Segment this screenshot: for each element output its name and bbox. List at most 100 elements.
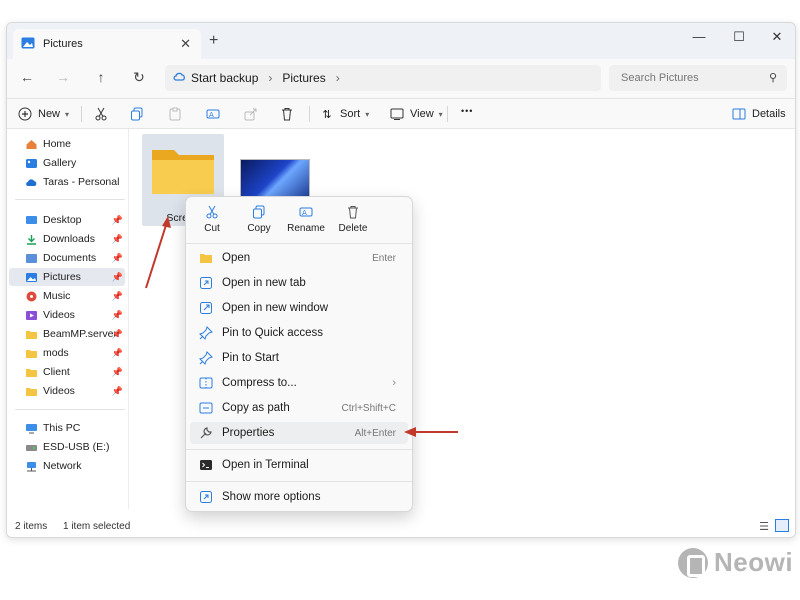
close-tab-icon[interactable]: ✕: [180, 36, 191, 52]
rename-label: Rename: [287, 223, 325, 234]
network-icon: [25, 461, 38, 472]
pin-icon: [198, 325, 214, 341]
maximize-button[interactable]: ☐: [729, 29, 749, 45]
pin-icon: 📌: [111, 385, 123, 396]
forward-button[interactable]: →: [53, 69, 73, 85]
breadcrumb-pictures[interactable]: Pictures: [282, 71, 325, 85]
usb-drive-icon: [25, 442, 38, 453]
minimize-button[interactable]: —: [689, 29, 709, 44]
menu-item-copy-as-path[interactable]: Copy as path Ctrl+Shift+C: [190, 397, 408, 419]
sidebar-item-client[interactable]: Client 📌: [9, 363, 125, 381]
sidebar-item-label: ESD-USB (E:): [43, 441, 110, 453]
toolbar-divider: [309, 106, 310, 122]
new-tab-icon: [198, 275, 214, 291]
copy-path-icon: [198, 400, 214, 416]
delete-button[interactable]: [279, 106, 295, 122]
details-view-icon[interactable]: ☰: [759, 520, 769, 533]
menu-item-label: Open in new tab: [222, 277, 306, 289]
sidebar-item-downloads[interactable]: Downloads 📌: [9, 230, 125, 248]
view-button[interactable]: View ▾: [389, 106, 443, 122]
more-label: •••: [461, 106, 474, 116]
menu-item-shortcut: Ctrl+Shift+C: [341, 402, 396, 414]
search-placeholder: Search Pictures: [621, 72, 699, 84]
tab-title: Pictures: [43, 38, 83, 50]
menu-item-properties[interactable]: Properties Alt+Enter: [190, 422, 408, 444]
menu-item-pin-quick-access[interactable]: Pin to Quick access: [190, 322, 408, 344]
sidebar-item-videos-folder[interactable]: Videos 📌: [9, 382, 125, 400]
pin-icon: 📌: [111, 347, 123, 358]
sidebar-item-network[interactable]: Network: [9, 457, 125, 475]
sidebar-item-this-pc[interactable]: This PC: [9, 419, 125, 437]
sidebar-item-label: Documents: [43, 252, 97, 264]
menu-item-pin-start[interactable]: Pin to Start: [190, 347, 408, 369]
menu-item-open[interactable]: Open Enter: [190, 247, 408, 269]
desktop-icon: [25, 215, 38, 226]
up-button[interactable]: ↑: [91, 69, 111, 85]
rename-icon: A: [205, 106, 221, 122]
pin-icon: 📌: [111, 214, 123, 225]
pin-icon: 📌: [111, 309, 123, 320]
menu-item-open-new-tab[interactable]: Open in new tab: [190, 272, 408, 294]
copy-action[interactable]: Copy: [237, 203, 281, 241]
toolbar-divider: [81, 106, 82, 122]
sidebar-item-usb-drive[interactable]: ESD-USB (E:): [9, 438, 125, 456]
sidebar-item-label: Network: [43, 460, 82, 472]
sidebar-item-label: Videos: [43, 385, 75, 397]
sidebar-item-documents[interactable]: Documents 📌: [9, 249, 125, 267]
chevron-down-icon: ▾: [365, 109, 370, 119]
menu-item-open-new-window[interactable]: Open in new window: [190, 297, 408, 319]
pictures-icon: [21, 37, 35, 52]
sidebar-item-mods[interactable]: mods 📌: [9, 344, 125, 362]
sidebar-item-pictures[interactable]: Pictures 📌: [9, 268, 125, 286]
cut-action[interactable]: Cut: [190, 203, 234, 241]
new-tab-button[interactable]: +: [209, 32, 218, 50]
refresh-button[interactable]: ↻: [129, 69, 149, 86]
breadcrumb-start-backup[interactable]: Start backup: [191, 71, 258, 85]
paste-button[interactable]: [167, 106, 183, 122]
toolbar-divider: [447, 106, 448, 122]
address-bar[interactable]: Start backup › Pictures ›: [165, 65, 601, 91]
sort-button[interactable]: ⇅ Sort ▾: [319, 106, 369, 122]
menu-item-open-terminal[interactable]: Open in Terminal: [190, 454, 408, 476]
more-options-button[interactable]: •••: [461, 106, 473, 116]
menu-item-compress[interactable]: Compress to... ›: [190, 372, 408, 394]
tab-pictures[interactable]: Pictures ✕: [13, 29, 201, 59]
cut-icon: [93, 106, 109, 122]
sidebar-item-label: Downloads: [43, 233, 95, 245]
more-options-icon: [198, 489, 214, 505]
rename-action[interactable]: A Rename: [284, 203, 328, 241]
copy-button[interactable]: [129, 106, 145, 122]
folder-icon: [25, 329, 38, 340]
folder-icon: [25, 348, 38, 359]
music-icon: [25, 291, 38, 302]
back-button[interactable]: ←: [17, 69, 37, 85]
rename-button[interactable]: A: [205, 106, 221, 122]
cut-button[interactable]: [93, 106, 109, 122]
chevron-right-icon[interactable]: ›: [336, 71, 340, 85]
details-button[interactable]: Details: [731, 106, 786, 122]
sidebar-item-beammp-server[interactable]: BeamMP.server 📌: [9, 325, 125, 343]
sidebar-item-home[interactable]: Home: [9, 135, 125, 153]
delete-action[interactable]: Delete: [331, 203, 375, 241]
context-menu: Cut Copy A Rename Delete Open Enter Open…: [185, 196, 413, 512]
menu-item-show-more-options[interactable]: Show more options: [190, 486, 408, 508]
sidebar-item-onedrive[interactable]: Taras - Personal: [9, 173, 125, 191]
sidebar-item-music[interactable]: Music 📌: [9, 287, 125, 305]
sidebar-item-label: Home: [43, 138, 72, 150]
chevron-down-icon: ▾: [438, 109, 443, 119]
videos-icon: [25, 310, 38, 321]
share-button[interactable]: [243, 106, 259, 122]
menu-item-label: Open in new window: [222, 302, 329, 314]
sidebar-item-desktop[interactable]: Desktop 📌: [9, 211, 125, 229]
new-button[interactable]: New ▾: [17, 106, 69, 122]
sidebar-item-videos[interactable]: Videos 📌: [9, 306, 125, 324]
tiles-view-icon[interactable]: [775, 519, 789, 532]
search-input[interactable]: Search Pictures ⚲: [609, 65, 787, 91]
menu-divider: [186, 449, 412, 450]
item-count: 2 items: [15, 521, 48, 532]
sidebar-item-gallery[interactable]: Gallery: [9, 154, 125, 172]
menu-item-label: Pin to Start: [222, 352, 279, 364]
navigation-bar: ← → ↑ ↻ Start backup › Pictures › Search…: [7, 59, 795, 99]
details-label: Details: [752, 108, 786, 120]
close-window-button[interactable]: ✕: [767, 29, 787, 45]
